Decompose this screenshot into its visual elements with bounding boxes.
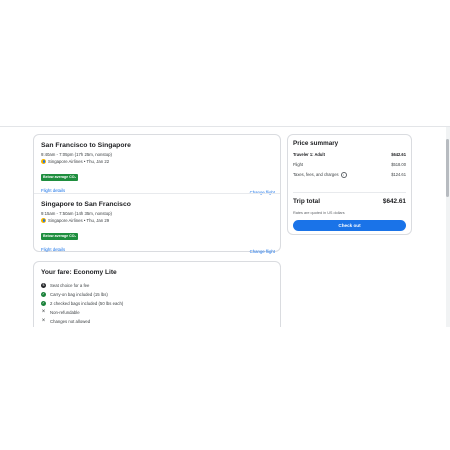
fare-feature-label: Seat choice for a fee	[50, 283, 90, 288]
rates-note: Rates are quoted in US dollars	[293, 211, 345, 215]
x-icon: ×	[41, 309, 46, 315]
outbound-links: Flight details Change flight	[41, 188, 275, 196]
outbound-times: 9:40am - 7:05pm (17h 25m, nonstop)	[41, 152, 112, 157]
fare-feature: $ Seat choice for a fee	[41, 281, 123, 290]
outbound-airline-row: Singapore Airlines • Thu, Jan 22	[41, 158, 275, 165]
traveler-value: $642.61	[391, 152, 406, 157]
fare-feature: × Non-refundable	[41, 308, 123, 317]
dollar-icon: $	[41, 283, 46, 288]
outbound-flight-details-link[interactable]: Flight details	[41, 188, 65, 196]
flight-value: $518.00	[391, 162, 406, 167]
fare-features-list: $ Seat choice for a fee ✓ Carry-on bag i…	[41, 281, 123, 326]
return-change-flight-link[interactable]: Change flight	[250, 249, 275, 255]
taxes-value: $124.61	[391, 172, 406, 177]
booking-page: San Francisco to Singapore 9:40am - 7:05…	[0, 126, 450, 327]
taxes-label: Taxes, fees, and charges	[293, 172, 339, 177]
x-icon: ×	[41, 318, 46, 324]
segment-divider	[34, 193, 280, 194]
return-airline: Singapore Airlines • Thu, Jan 29	[48, 218, 110, 223]
return-flight-details-link[interactable]: Flight details	[41, 247, 65, 255]
return-flight-segment: Singapore to San Francisco 9:15am - 7:50…	[41, 200, 275, 255]
flight-row: Flight $518.00	[293, 162, 406, 167]
check-icon: ✓	[41, 301, 46, 306]
fare-feature-label: Carry-on bag included (15 lbs)	[50, 292, 108, 297]
emissions-badge: Below average CO₂	[41, 174, 79, 181]
trip-total-value: $642.61	[382, 198, 406, 205]
flight-label: Flight	[293, 162, 304, 167]
checkout-button[interactable]: Check out	[293, 220, 406, 231]
fare-feature-label: Changes not allowed	[50, 319, 91, 324]
airline-logo-icon	[41, 159, 46, 164]
airline-logo-icon	[41, 218, 46, 223]
fare-title: Your fare: Economy Lite	[41, 269, 117, 276]
return-route: Singapore to San Francisco	[41, 201, 131, 208]
outbound-airline: Singapore Airlines • Thu, Jan 22	[48, 159, 110, 164]
info-icon[interactable]: i	[340, 172, 347, 178]
traveler-label: Traveler 1: Adult	[293, 152, 325, 157]
fare-feature: ✓ Carry-on bag included (15 lbs)	[41, 290, 123, 299]
outbound-route: San Francisco to Singapore	[41, 142, 131, 149]
fare-feature-label: Non-refundable	[50, 310, 80, 315]
traveler-row: Traveler 1: Adult $642.61	[293, 152, 406, 157]
outbound-flight-segment: San Francisco to Singapore 9:40am - 7:05…	[41, 141, 275, 196]
return-airline-row: Singapore Airlines • Thu, Jan 29	[41, 217, 275, 224]
return-times: 9:15am - 7:50am (14h 35m, nonstop)	[41, 211, 112, 216]
flights-card: San Francisco to Singapore 9:40am - 7:05…	[33, 134, 281, 255]
price-summary-card: Price summary Traveler 1: Adult $642.61 …	[287, 134, 412, 235]
fare-card: Your fare: Economy Lite $ Seat choice fo…	[33, 261, 281, 327]
scrollbar-thumb[interactable]	[446, 139, 449, 197]
price-summary-title: Price summary	[293, 140, 339, 147]
trip-total-label: Trip total	[293, 198, 320, 205]
fare-feature: ✓ 2 checked bags included (50 lbs each)	[41, 299, 123, 308]
summary-divider	[293, 192, 406, 193]
trip-total-row: Trip total $642.61	[293, 198, 406, 205]
emissions-badge: Below average CO₂	[41, 233, 79, 240]
taxes-row: Taxes, fees, and charges i $124.61	[293, 172, 406, 178]
return-links: Flight details Change flight	[41, 247, 275, 255]
fare-feature-label: 2 checked bags included (50 lbs each)	[50, 301, 124, 306]
check-icon: ✓	[41, 292, 46, 297]
taxes-label-wrap: Taxes, fees, and charges i	[293, 172, 347, 178]
fare-feature: × Changes not allowed	[41, 317, 123, 326]
